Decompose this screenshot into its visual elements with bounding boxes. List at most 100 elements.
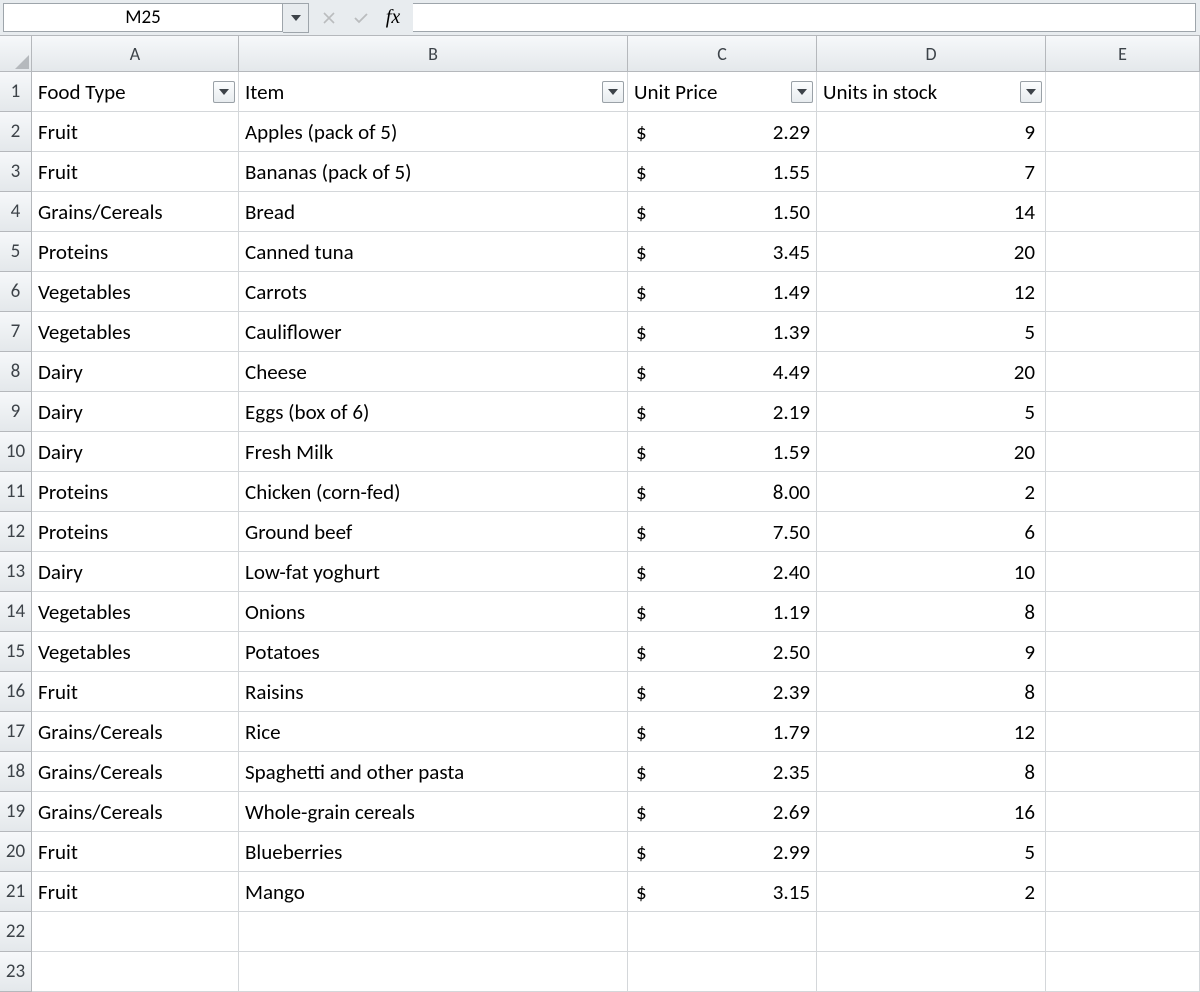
cell[interactable]: Spaghetti and other pasta (239, 752, 628, 792)
cell[interactable]: 5 (817, 392, 1046, 432)
formula-input[interactable] (413, 3, 1196, 32)
cell[interactable]: Mango (239, 872, 628, 912)
cell[interactable]: Onions (239, 592, 628, 632)
enter-formula-button[interactable] (346, 5, 376, 31)
row-header[interactable]: 7 (0, 312, 32, 352)
cell[interactable] (1046, 712, 1200, 752)
cell[interactable]: 2 (817, 872, 1046, 912)
row-header[interactable]: 3 (0, 152, 32, 192)
cell[interactable] (1046, 512, 1200, 552)
cell[interactable]: Proteins (32, 232, 239, 272)
filter-button-unit-price[interactable] (791, 81, 813, 103)
cell[interactable]: 5 (817, 312, 1046, 352)
row-header[interactable]: 2 (0, 112, 32, 152)
cell[interactable]: 9 (817, 112, 1046, 152)
row-header[interactable]: 10 (0, 432, 32, 472)
cell[interactable] (1046, 152, 1200, 192)
insert-function-button[interactable]: fx (378, 5, 408, 31)
cell[interactable]: Whole-grain cereals (239, 792, 628, 832)
row-header[interactable]: 8 (0, 352, 32, 392)
cell[interactable] (1046, 872, 1200, 912)
cell[interactable]: Bread (239, 192, 628, 232)
row-header[interactable]: 23 (0, 952, 32, 992)
row-header[interactable]: 19 (0, 792, 32, 832)
row-header[interactable]: 5 (0, 232, 32, 272)
cell[interactable]: $2.35 (628, 752, 817, 792)
cell[interactable]: 20 (817, 232, 1046, 272)
table-header-food-type[interactable]: Food Type (32, 72, 239, 112)
column-header-a[interactable]: A (32, 36, 239, 72)
name-box[interactable]: M25 (3, 3, 283, 32)
cell[interactable]: $3.15 (628, 872, 817, 912)
column-header-c[interactable]: C (628, 36, 817, 72)
cell[interactable] (817, 952, 1046, 992)
cell[interactable]: Low-fat yoghurt (239, 552, 628, 592)
cell[interactable]: $1.55 (628, 152, 817, 192)
table-header-item[interactable]: Item (239, 72, 628, 112)
row-header[interactable]: 9 (0, 392, 32, 432)
filter-button-food-type[interactable] (213, 81, 235, 103)
cell[interactable]: Dairy (32, 392, 239, 432)
cell[interactable]: Fruit (32, 152, 239, 192)
row-header[interactable]: 21 (0, 872, 32, 912)
cell[interactable] (1046, 272, 1200, 312)
cell[interactable]: 6 (817, 512, 1046, 552)
cell[interactable]: $2.69 (628, 792, 817, 832)
cell[interactable]: Ground beef (239, 512, 628, 552)
cell[interactable] (1046, 672, 1200, 712)
cell[interactable]: Dairy (32, 352, 239, 392)
column-header-d[interactable]: D (817, 36, 1046, 72)
cell[interactable] (1046, 632, 1200, 672)
cell[interactable]: $1.19 (628, 592, 817, 632)
cell[interactable]: Vegetables (32, 632, 239, 672)
cell[interactable]: $4.49 (628, 352, 817, 392)
cell[interactable]: $7.50 (628, 512, 817, 552)
cell[interactable]: 5 (817, 832, 1046, 872)
table-header-unit-price[interactable]: Unit Price (628, 72, 817, 112)
row-header[interactable]: 4 (0, 192, 32, 232)
cell[interactable]: 12 (817, 712, 1046, 752)
cell[interactable]: Cauliflower (239, 312, 628, 352)
column-header-e[interactable]: E (1046, 36, 1200, 72)
row-header[interactable]: 11 (0, 472, 32, 512)
cell[interactable] (1046, 952, 1200, 992)
cell[interactable]: Carrots (239, 272, 628, 312)
table-header-units-in-stock[interactable]: Units in stock (817, 72, 1046, 112)
cell[interactable] (1046, 832, 1200, 872)
row-header[interactable]: 22 (0, 912, 32, 952)
cell[interactable]: Blueberries (239, 832, 628, 872)
cell[interactable] (1046, 72, 1200, 112)
cell[interactable] (1046, 192, 1200, 232)
cell[interactable]: Cheese (239, 352, 628, 392)
cell[interactable]: Fruit (32, 112, 239, 152)
cell[interactable]: Raisins (239, 672, 628, 712)
cell[interactable] (1046, 592, 1200, 632)
cell[interactable] (1046, 112, 1200, 152)
cell[interactable]: $1.59 (628, 432, 817, 472)
name-box-dropdown[interactable] (283, 3, 309, 33)
cell[interactable] (1046, 752, 1200, 792)
cell[interactable]: $1.49 (628, 272, 817, 312)
cell[interactable]: $2.99 (628, 832, 817, 872)
cell[interactable]: Rice (239, 712, 628, 752)
cell[interactable]: $2.19 (628, 392, 817, 432)
cell[interactable] (628, 912, 817, 952)
row-header[interactable]: 20 (0, 832, 32, 872)
cell[interactable]: Fresh Milk (239, 432, 628, 472)
row-header[interactable]: 1 (0, 72, 32, 112)
cell[interactable]: 8 (817, 752, 1046, 792)
cell[interactable]: 20 (817, 432, 1046, 472)
cell[interactable] (32, 952, 239, 992)
cell[interactable] (1046, 472, 1200, 512)
cell[interactable]: Eggs (box of 6) (239, 392, 628, 432)
row-header[interactable]: 14 (0, 592, 32, 632)
cell[interactable]: Grains/Cereals (32, 752, 239, 792)
column-header-b[interactable]: B (239, 36, 628, 72)
cell[interactable]: Apples (pack of 5) (239, 112, 628, 152)
cell[interactable]: Dairy (32, 432, 239, 472)
cell[interactable]: Canned tuna (239, 232, 628, 272)
filter-button-units-in-stock[interactable] (1020, 81, 1042, 103)
row-header[interactable]: 16 (0, 672, 32, 712)
cancel-formula-button[interactable] (314, 5, 344, 31)
cell[interactable] (1046, 432, 1200, 472)
